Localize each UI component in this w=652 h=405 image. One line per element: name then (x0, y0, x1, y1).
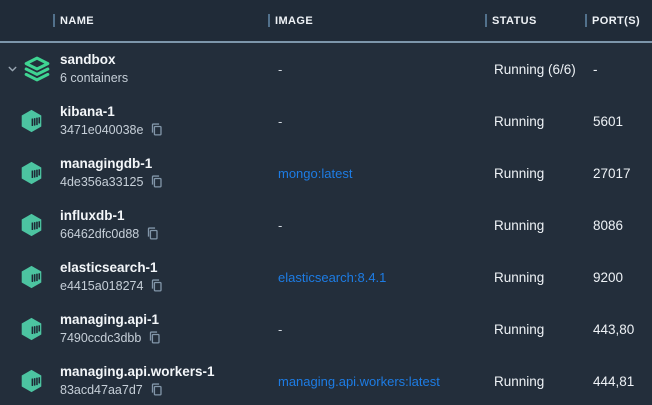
image-cell: - (268, 322, 485, 337)
column-header-ports-label: PORT(S) (592, 15, 640, 27)
expander-column-header (0, 0, 53, 41)
copy-icon[interactable] (149, 122, 163, 138)
ports-cell: 27017 (585, 166, 652, 181)
name-cell: elasticsearch-1 e4415a018274 (53, 260, 268, 295)
name-cell: managing.api.workers-1 83acd47aa7d7 (53, 364, 268, 399)
status-cell: Running (485, 114, 585, 129)
column-header-name: NAME (53, 0, 268, 41)
container-name: elasticsearch-1 (60, 260, 268, 277)
ports-cell: 444,81 (585, 374, 652, 389)
expander-cell (0, 199, 53, 251)
expander-cell (0, 303, 53, 355)
container-cube-icon (19, 108, 44, 134)
column-divider (53, 14, 55, 27)
container-id: 4de356a33125 (60, 175, 143, 191)
image-link[interactable]: elasticsearch:8.4.1 (268, 270, 485, 285)
container-cube-icon (19, 316, 44, 342)
container-id: e4415a018274 (60, 279, 143, 295)
table-row-managingdb[interactable]: managingdb-1 4de356a33125 mongo:latest R… (0, 147, 652, 199)
table-row-kibana[interactable]: kibana-1 3471e040038e - Running 5601 (0, 95, 652, 147)
container-cube-icon (19, 264, 44, 290)
container-name: managing.api-1 (60, 312, 268, 329)
container-cube-icon (19, 160, 44, 186)
status-cell: Running (485, 322, 585, 337)
container-cube-icon (19, 368, 44, 394)
container-id: 66462dfc0d88 (60, 227, 139, 243)
column-header-name-label: NAME (60, 15, 94, 27)
column-header-image: IMAGE (268, 0, 485, 41)
image-link[interactable]: managing.api.workers:latest (268, 374, 485, 389)
containers-table: NAME IMAGE STATUS PORT(S) sandbox (0, 0, 652, 405)
copy-icon[interactable] (149, 174, 163, 190)
status-cell: Running (485, 270, 585, 285)
status-cell: Running (485, 374, 585, 389)
chevron-down-icon[interactable] (6, 63, 19, 76)
name-cell: managingdb-1 4de356a33125 (53, 156, 268, 191)
column-divider (585, 14, 587, 27)
status-cell: Running (485, 218, 585, 233)
ports-cell: 443,80 (585, 322, 652, 337)
copy-icon[interactable] (149, 382, 163, 398)
expander-cell (0, 251, 53, 303)
table-row-managing-api-workers[interactable]: managing.api.workers-1 83acd47aa7d7 mana… (0, 355, 652, 405)
image-cell: - (268, 218, 485, 233)
name-cell: kibana-1 3471e040038e (53, 104, 268, 139)
copy-icon[interactable] (145, 226, 159, 242)
container-count: 6 containers (60, 71, 128, 87)
name-cell: influxdb-1 66462dfc0d88 (53, 208, 268, 243)
container-cube-icon (19, 212, 44, 238)
image-link[interactable]: mongo:latest (268, 166, 485, 181)
column-header-image-label: IMAGE (275, 15, 313, 27)
column-divider (268, 14, 270, 27)
expander-cell (0, 95, 53, 147)
table-header: NAME IMAGE STATUS PORT(S) (0, 0, 652, 43)
container-id: 7490ccdc3dbb (60, 331, 141, 347)
container-name: sandbox (60, 52, 268, 69)
ports-cell: 8086 (585, 218, 652, 233)
name-cell: managing.api-1 7490ccdc3dbb (53, 312, 268, 347)
copy-icon[interactable] (147, 330, 161, 346)
name-cell: sandbox 6 containers (53, 52, 268, 87)
table-row-managing-api[interactable]: managing.api-1 7490ccdc3dbb - Running 44… (0, 303, 652, 355)
stack-icon (24, 56, 50, 82)
container-name: managing.api.workers-1 (60, 364, 268, 381)
ports-cell: 5601 (585, 114, 652, 129)
column-header-status-label: STATUS (492, 15, 537, 27)
container-name: kibana-1 (60, 104, 268, 121)
table-row-sandbox[interactable]: sandbox 6 containers - Running (6/6) - (0, 43, 652, 95)
image-cell: - (268, 62, 485, 77)
table-row-elasticsearch[interactable]: elasticsearch-1 e4415a018274 elasticsear… (0, 251, 652, 303)
expander-cell (0, 43, 53, 95)
copy-icon[interactable] (149, 278, 163, 294)
container-id: 83acd47aa7d7 (60, 383, 143, 399)
ports-cell: 9200 (585, 270, 652, 285)
column-divider (485, 14, 487, 27)
column-header-status: STATUS (485, 0, 585, 41)
container-id: 3471e040038e (60, 123, 143, 139)
expander-cell (0, 147, 53, 199)
ports-cell: - (585, 62, 652, 77)
status-cell: Running (6/6) (485, 62, 585, 77)
status-cell: Running (485, 166, 585, 181)
container-name: influxdb-1 (60, 208, 268, 225)
column-header-ports: PORT(S) (585, 0, 652, 41)
image-cell: - (268, 114, 485, 129)
container-name: managingdb-1 (60, 156, 268, 173)
expander-cell (0, 355, 53, 405)
table-row-influxdb[interactable]: influxdb-1 66462dfc0d88 - Running 8086 (0, 199, 652, 251)
